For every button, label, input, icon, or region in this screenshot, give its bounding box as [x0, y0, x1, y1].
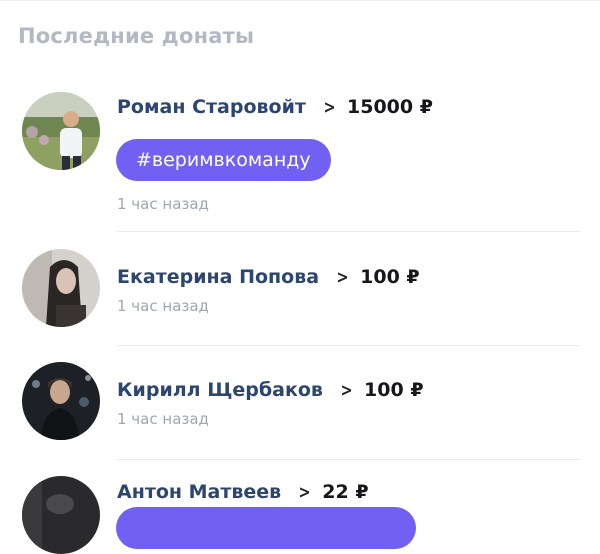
chevron-right-icon: >	[298, 481, 311, 503]
chevron-right-icon: >	[340, 379, 353, 401]
donation-time: 1 час назад	[117, 410, 209, 428]
donation-amount: 100 ₽	[364, 379, 424, 401]
donation-time: 1 час назад	[117, 297, 209, 315]
top-divider	[0, 0, 600, 1]
donor-name[interactable]: Антон Матвеев	[117, 481, 281, 503]
donor-name[interactable]: Екатерина Попова	[117, 266, 319, 288]
donor-avatar[interactable]	[22, 362, 100, 440]
item-divider	[117, 231, 580, 232]
item-divider	[117, 345, 580, 346]
hashtag-badge[interactable]: #веримвкоманду	[116, 139, 331, 181]
donor-name[interactable]: Кирилл Щербаков	[117, 379, 323, 401]
donor-avatar[interactable]	[22, 249, 100, 327]
chevron-right-icon: >	[336, 266, 349, 288]
donor-avatar[interactable]	[22, 476, 100, 554]
donation-amount: 22 ₽	[322, 481, 369, 503]
chevron-right-icon: >	[323, 96, 336, 118]
donor-name[interactable]: Роман Старовойт	[117, 96, 306, 118]
donation-amount: 15000 ₽	[347, 96, 433, 118]
item-divider	[117, 459, 580, 460]
section-title: Последние донаты	[18, 24, 255, 48]
donation-time: 1 час назад	[117, 195, 209, 213]
donor-avatar[interactable]	[22, 92, 100, 170]
donation-amount: 100 ₽	[360, 266, 420, 288]
hashtag-badge[interactable]	[116, 507, 416, 549]
